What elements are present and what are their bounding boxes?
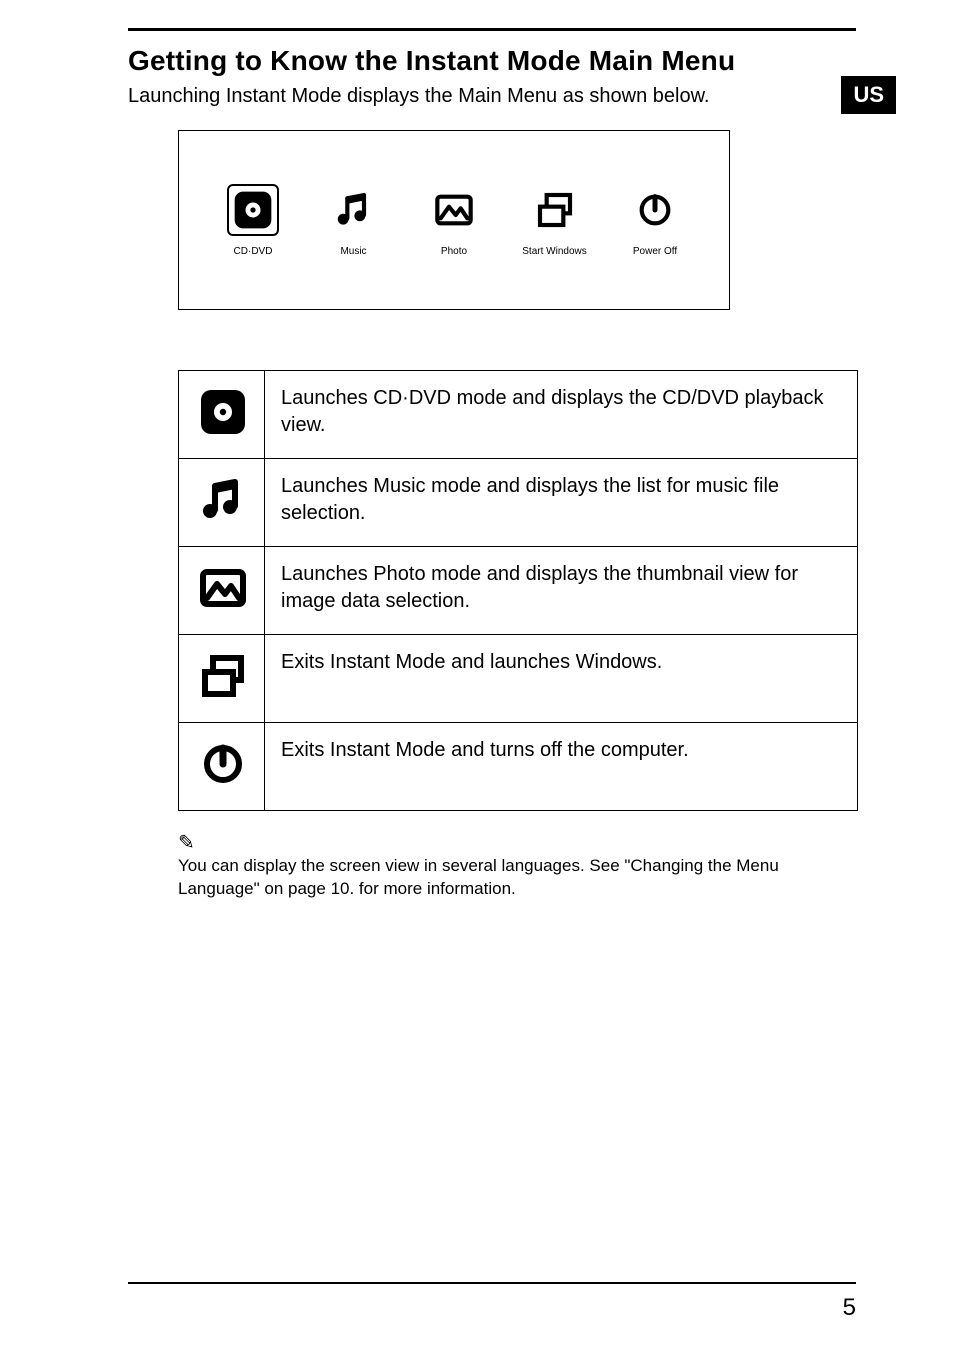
menu-label-cd-dvd: CD·DVD	[234, 246, 273, 257]
note-text: You can display the screen view in sever…	[178, 855, 856, 901]
region-tab: US	[841, 76, 896, 114]
row-text-music: Launches Music mode and displays the lis…	[265, 459, 858, 547]
note-icon: ✎	[178, 833, 856, 853]
row-icon-music	[179, 459, 265, 547]
description-table: Launches CD·DVD mode and displays the CD…	[178, 370, 858, 811]
main-menu-row: CD·DVD Music	[207, 184, 701, 257]
menu-label-start-windows: Start Windows	[522, 246, 586, 257]
main-menu-box: CD·DVD Music	[178, 130, 730, 310]
disc-icon	[196, 385, 250, 439]
page-heading: Getting to Know the Instant Mode Main Me…	[128, 45, 856, 77]
footer-rule	[128, 1282, 856, 1284]
menu-item-photo[interactable]: Photo	[408, 184, 500, 257]
menu-label-power-off: Power Off	[633, 246, 677, 257]
menu-item-power-off[interactable]: Power Off	[609, 184, 701, 257]
menu-label-music: Music	[340, 246, 366, 257]
power-icon	[196, 737, 250, 791]
page-number: 5	[843, 1294, 856, 1322]
table-row: Exits Instant Mode and turns off the com…	[179, 723, 858, 811]
table-row: Launches CD·DVD mode and displays the CD…	[179, 371, 858, 459]
note: ✎ You can display the screen view in sev…	[178, 833, 856, 901]
photo-icon	[196, 561, 250, 615]
row-icon-power	[179, 723, 265, 811]
windows-icon	[529, 184, 581, 236]
menu-label-photo: Photo	[441, 246, 467, 257]
row-text-photo: Launches Photo mode and displays the thu…	[265, 547, 858, 635]
row-icon-disc	[179, 371, 265, 459]
table-row: Launches Photo mode and displays the thu…	[179, 547, 858, 635]
music-icon	[196, 473, 250, 527]
page: US Getting to Know the Instant Mode Main…	[0, 0, 954, 1352]
menu-item-start-windows[interactable]: Start Windows	[509, 184, 601, 257]
music-icon	[328, 184, 380, 236]
table-row: Launches Music mode and displays the lis…	[179, 459, 858, 547]
row-icon-photo	[179, 547, 265, 635]
windows-icon	[196, 649, 250, 703]
menu-item-cd-dvd[interactable]: CD·DVD	[207, 184, 299, 257]
photo-icon	[428, 184, 480, 236]
row-text-disc: Launches CD·DVD mode and displays the CD…	[265, 371, 858, 459]
table-row: Exits Instant Mode and launches Windows.	[179, 635, 858, 723]
power-icon	[629, 184, 681, 236]
top-rule	[128, 28, 856, 31]
row-text-windows: Exits Instant Mode and launches Windows.	[265, 635, 858, 723]
row-text-power: Exits Instant Mode and turns off the com…	[265, 723, 858, 811]
menu-item-music[interactable]: Music	[308, 184, 400, 257]
page-subheading: Launching Instant Mode displays the Main…	[128, 85, 856, 108]
disc-icon	[227, 184, 279, 236]
row-icon-windows	[179, 635, 265, 723]
